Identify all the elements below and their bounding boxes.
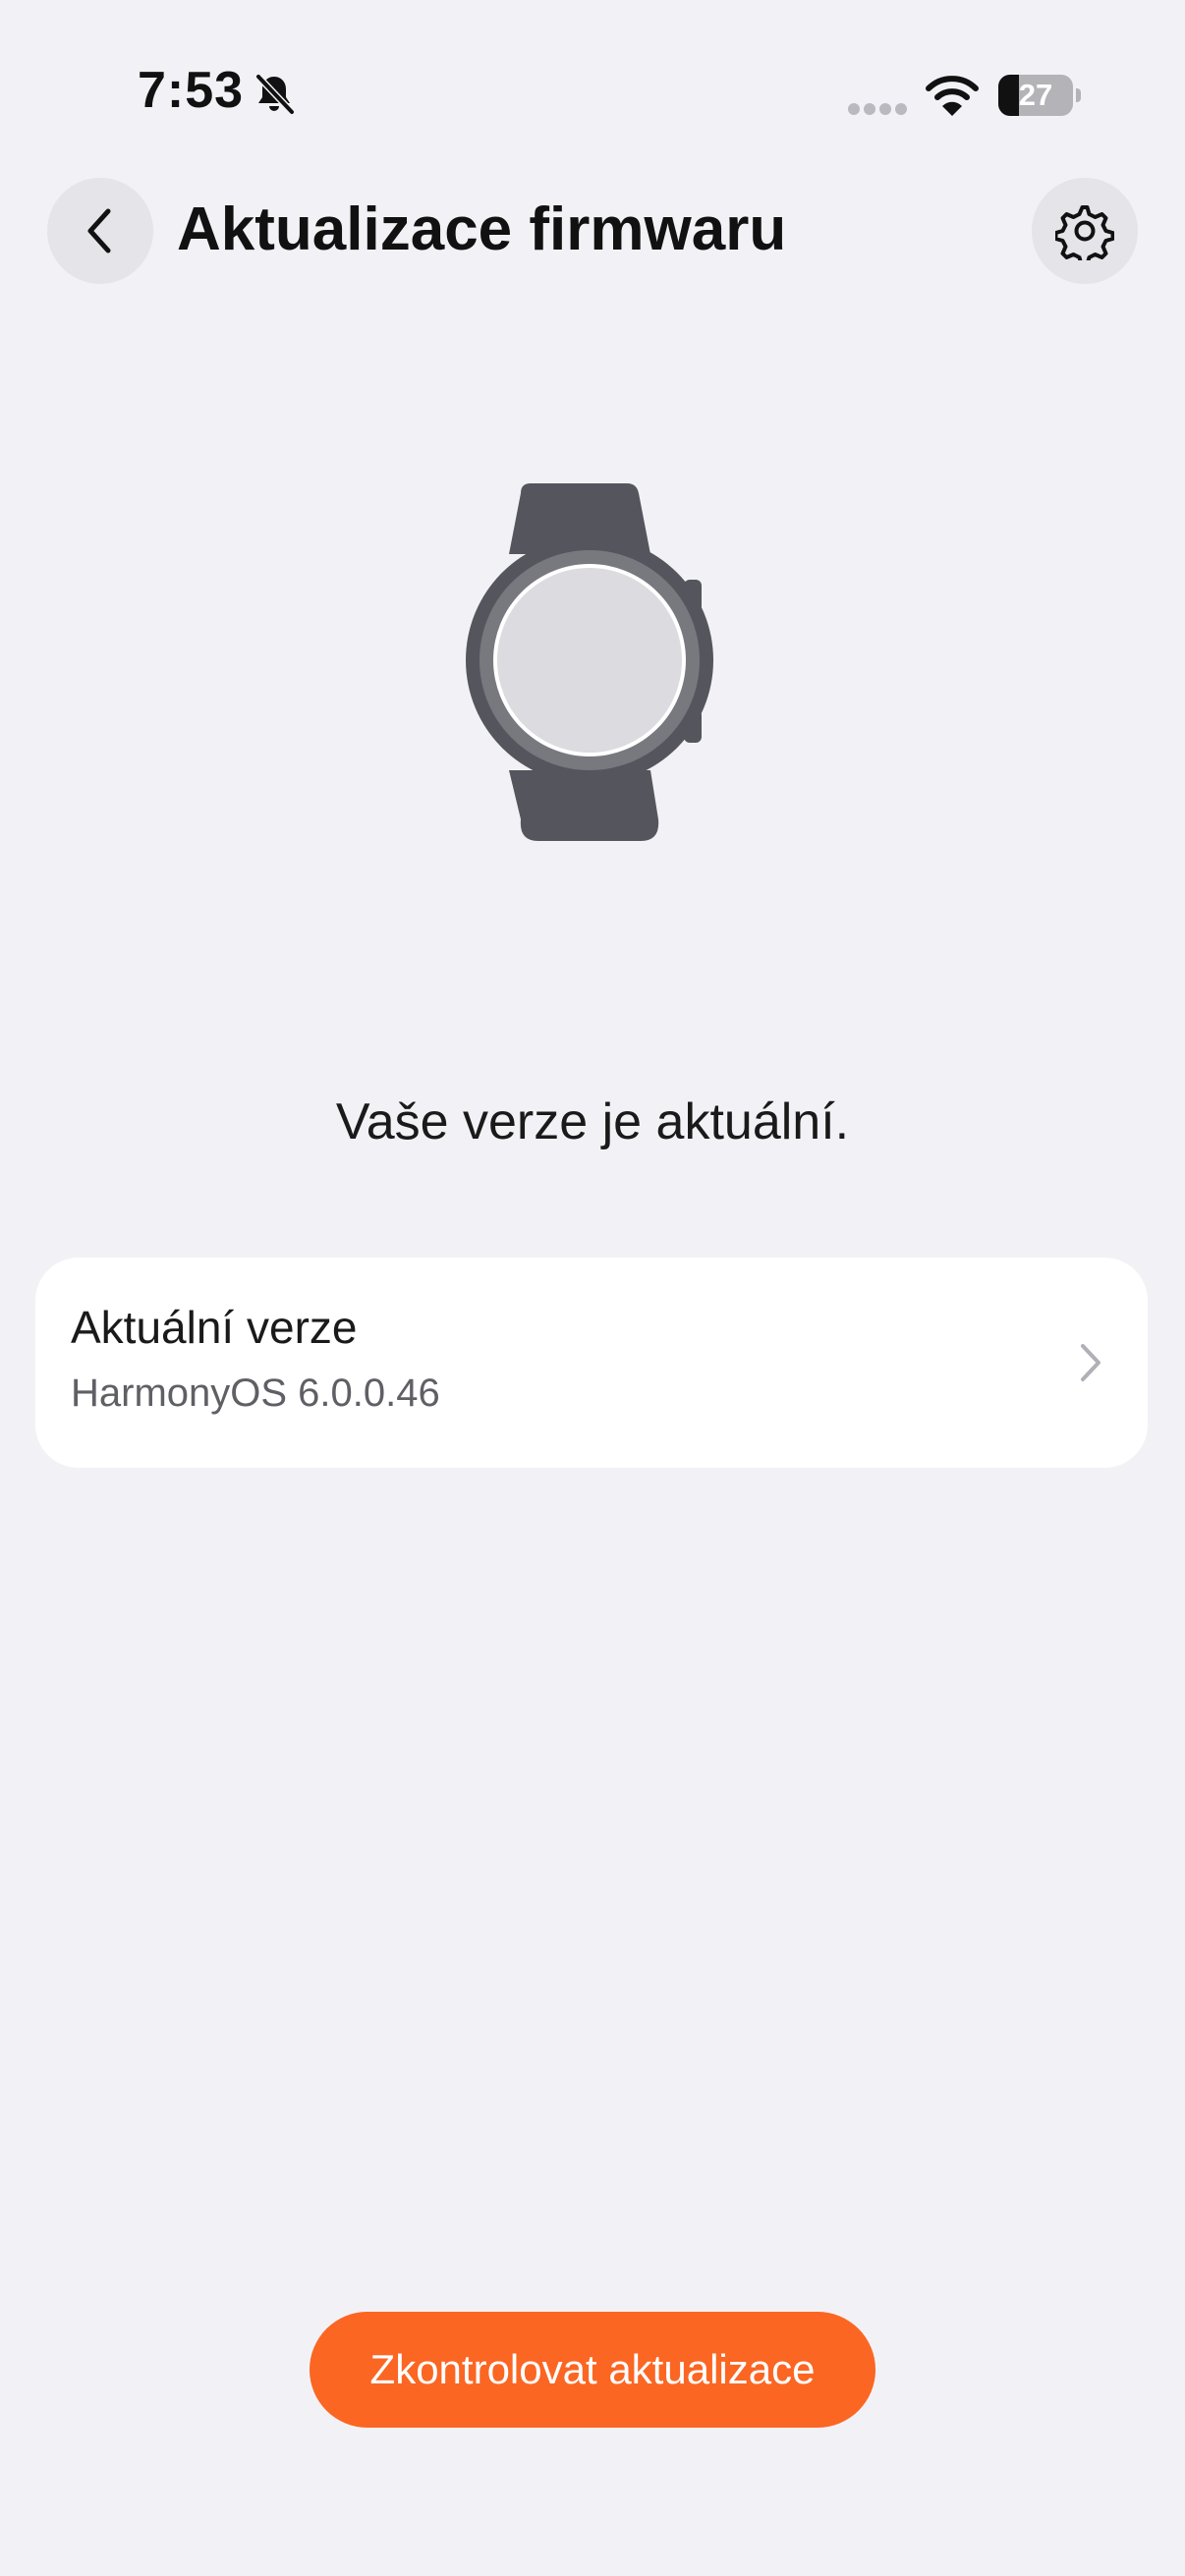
battery-icon: 27 xyxy=(998,75,1081,116)
status-bar: 7:53 27 xyxy=(0,0,1185,157)
gear-icon xyxy=(1055,205,1114,260)
chevron-left-icon xyxy=(87,208,111,253)
page-title: Aktualizace firmwaru xyxy=(177,196,787,263)
status-time: 7:53 xyxy=(138,62,245,119)
back-button[interactable] xyxy=(47,178,153,284)
current-version-value: HarmonyOS 6.0.0.46 xyxy=(71,1372,440,1415)
current-version-label: Aktuální verze xyxy=(71,1302,358,1353)
bell-muted-icon xyxy=(255,74,295,115)
signal-dots-icon xyxy=(848,103,907,115)
current-version-card[interactable]: Aktuální verze HarmonyOS 6.0.0.46 xyxy=(35,1258,1148,1468)
smartwatch-icon xyxy=(466,483,713,841)
wifi-icon xyxy=(926,76,979,116)
check-updates-button[interactable]: Zkontrolovat aktualizace xyxy=(310,2312,875,2428)
settings-button[interactable] xyxy=(1032,178,1138,284)
update-status-message: Vaše verze je aktuální. xyxy=(335,1093,850,1150)
battery-level: 27 xyxy=(1018,78,1053,112)
chevron-right-icon xyxy=(1081,1344,1100,1381)
